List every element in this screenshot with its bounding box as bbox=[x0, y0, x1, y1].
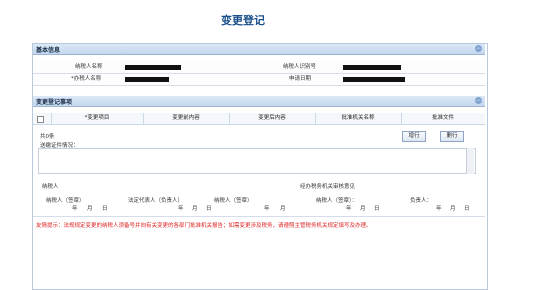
date-year-3: 年 bbox=[264, 206, 270, 212]
taxpayer-id-value bbox=[343, 65, 401, 70]
responsible-person: 负责人： bbox=[410, 198, 433, 204]
col-before: 变更前内容 bbox=[143, 113, 230, 124]
apply-date-value bbox=[343, 77, 405, 82]
taxpayer-seal-3: 纳税人（签章）： bbox=[316, 198, 358, 204]
chevron-up-icon[interactable]: ︿ bbox=[475, 45, 482, 52]
documents-textarea[interactable] bbox=[38, 148, 476, 174]
date-month-5: 月 bbox=[450, 206, 456, 212]
basic-row-1: 纳税人名称 纳税人识别号 bbox=[33, 62, 485, 74]
taxpayer-name-value bbox=[125, 65, 181, 70]
select-all-checkbox[interactable] bbox=[37, 116, 44, 123]
taxpayer-seal-1: 纳税人（签章） bbox=[46, 198, 85, 204]
basic-row-2: *办税人名称 申请日期 bbox=[33, 74, 485, 86]
date-year-1: 年 bbox=[72, 206, 78, 212]
agent-name-value bbox=[125, 77, 169, 82]
date-month-1: 月 bbox=[87, 206, 93, 212]
date-month-3: 月 bbox=[280, 206, 286, 212]
col-after: 变更后内容 bbox=[229, 113, 316, 124]
taxpayer-seal-2: 纳税人（签章） bbox=[214, 198, 253, 204]
basic-info-header[interactable]: 基本信息 ︿ bbox=[33, 44, 485, 55]
date-year-2: 年 bbox=[178, 206, 184, 212]
date-day-2: 日 bbox=[206, 206, 212, 212]
date-year-5: 年 bbox=[436, 206, 442, 212]
basic-info-title: 基本信息 bbox=[36, 47, 61, 54]
date-month-4: 月 bbox=[360, 206, 366, 212]
col-change-item: *变更项目 bbox=[51, 113, 144, 124]
col-approval-doc: 批准文件 bbox=[431, 115, 454, 121]
page-title: 变更登记 bbox=[221, 14, 265, 27]
date-day-5: 日 bbox=[464, 206, 470, 212]
taxpayer-name-label: 纳税人名称 bbox=[75, 64, 103, 70]
change-section-header[interactable]: 变更登记事项 ︿ bbox=[33, 96, 485, 107]
chevron-up-icon[interactable]: ︿ bbox=[475, 97, 482, 104]
change-section-title: 变更登记事项 bbox=[36, 99, 73, 106]
date-day-4: 日 bbox=[374, 206, 380, 212]
row-count-label: 共0条 bbox=[40, 134, 55, 140]
add-row-button[interactable]: 增行 bbox=[402, 131, 426, 142]
apply-date-label: 申请日期 bbox=[289, 76, 312, 82]
date-month-2: 月 bbox=[192, 206, 198, 212]
tax-office-block-label: 经办税务机关审核意见 bbox=[300, 184, 356, 190]
friendly-notice: 友情提示：法规规定变更的纳税人须备号并向有关变更的各部门批准机关报告；如需变更涉… bbox=[36, 223, 372, 229]
taxpayer-id-label: 纳税人识别号 bbox=[283, 64, 317, 70]
select-all-cell bbox=[33, 113, 52, 124]
divider bbox=[33, 216, 485, 217]
col-approval-org: 批准机关名称 bbox=[315, 113, 402, 124]
change-table-header: *变更项目 变更前内容 变更后内容 批准机关名称 批准文件 bbox=[33, 113, 485, 125]
delete-row-button[interactable]: 删行 bbox=[440, 131, 464, 142]
agent-name-label: *办税人名称 bbox=[71, 76, 102, 82]
legal-representative: 法定代表人（负责人） bbox=[128, 198, 184, 204]
date-year-4: 年 bbox=[346, 206, 352, 212]
documents-scrollbar[interactable] bbox=[466, 148, 474, 174]
date-day-1: 日 bbox=[102, 206, 108, 212]
taxpayer-block-label: 纳税人 bbox=[42, 184, 59, 190]
